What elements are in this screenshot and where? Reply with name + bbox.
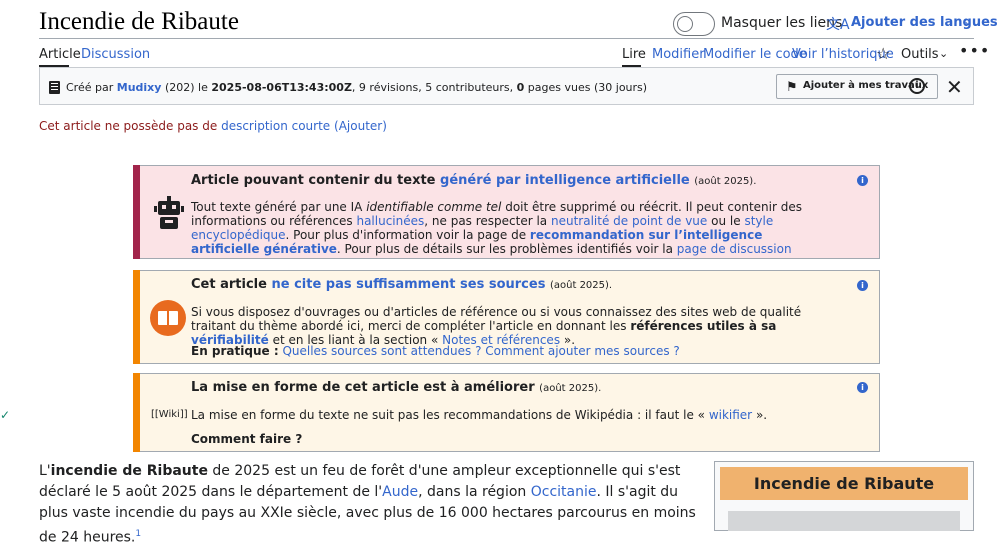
article-intro: L'incendie de Ribaute de 2025 est un feu… xyxy=(39,461,699,549)
page-info-icon xyxy=(49,81,60,94)
hide-links-toggle[interactable] xyxy=(673,12,715,36)
flag-icon: ⚑ xyxy=(786,80,798,95)
sources-banner-date: (août 2025). xyxy=(549,280,613,291)
sources-practice-line: En pratique : Quelles sources sont atten… xyxy=(191,344,680,358)
infobox-image[interactable] xyxy=(728,511,960,531)
format-banner-date: (août 2025). xyxy=(539,383,602,394)
close-icon[interactable]: ✕ xyxy=(946,75,963,99)
tab-article[interactable]: Article xyxy=(39,47,81,62)
format-body-prefix: La mise en forme du texte ne suit pas le… xyxy=(191,408,705,422)
add-sources-link[interactable]: Comment ajouter mes sources ? xyxy=(485,344,680,358)
page-views: 0 xyxy=(516,81,525,94)
short-description-prefix: Cet article ne possède pas de xyxy=(39,119,218,133)
expected-sources-link[interactable]: Quelles sources sont attendues ? xyxy=(282,344,481,358)
tools-chevron-icon[interactable]: ⌄ xyxy=(939,47,948,60)
translate-icon[interactable]: 文A xyxy=(826,14,850,34)
banner-stripe xyxy=(133,165,140,259)
hide-links-label[interactable]: Masquer les liens xyxy=(721,15,842,31)
info-icon[interactable]: i xyxy=(909,78,925,94)
page-info-text: Créé par Mudixy (202) le 2025-08-06T13:4… xyxy=(66,81,647,94)
created-on-label: le xyxy=(198,81,208,94)
creator-user-link[interactable]: Mudixy xyxy=(117,81,162,94)
page-stats-b: pages vues (30 jours) xyxy=(527,81,648,94)
ai-banner-title-link[interactable]: généré par intelligence artificielle xyxy=(440,173,690,188)
sources-banner-title: Cet article ne cite pas suffisamment ses… xyxy=(191,277,612,292)
toggle-knob xyxy=(677,16,693,32)
ai-banner-body: Tout texte généré par une IA identifiabl… xyxy=(191,200,831,256)
ai-banner-title: Article pouvant contenir du texte généré… xyxy=(191,173,756,188)
hallucinations-link[interactable]: hallucinées xyxy=(356,214,424,228)
more-menu-icon[interactable]: ••• xyxy=(959,41,990,60)
ai-banner-title-prefix: Article pouvant contenir du texte xyxy=(191,173,436,188)
format-banner: [[Wiki]] La mise en forme de cet article… xyxy=(133,373,880,452)
talk-page-link[interactable]: page de discussion xyxy=(677,242,792,256)
format-body-suffix: ». xyxy=(755,408,768,422)
banner-stripe xyxy=(133,373,140,452)
tab-discussion[interactable]: Discussion xyxy=(81,47,150,62)
banner-stripe xyxy=(133,270,140,364)
intro-text-1: L' xyxy=(39,463,51,479)
ai-body-text-3: , ne pas respecter la xyxy=(424,214,548,228)
wikify-link[interactable]: wikifier xyxy=(709,408,752,422)
ai-body-text-5: . Pour plus d'information voir la page d… xyxy=(285,228,527,242)
page-stats-a: , 9 révisions, 5 contributeurs, xyxy=(351,81,514,94)
format-banner-title-text: La mise en forme de cet article est à am… xyxy=(191,380,535,395)
ai-body-emphasis: identifiable comme tel xyxy=(366,200,502,214)
reference-1[interactable]: 1 xyxy=(135,529,141,539)
format-howto[interactable]: Comment faire ? xyxy=(191,432,302,446)
watch-star-icon[interactable]: ☆ xyxy=(876,44,890,63)
creator-edits: (202) xyxy=(164,81,195,94)
intro-subject: incendie de Ribaute xyxy=(50,463,208,479)
info-icon[interactable]: i xyxy=(857,382,868,393)
check-icon: ✓ xyxy=(0,408,11,422)
sources-banner-body: Si vous disposez d'ouvrages ou d'article… xyxy=(191,305,841,347)
format-banner-title: La mise en forme de cet article est à am… xyxy=(191,380,601,395)
info-icon[interactable]: i xyxy=(857,175,868,186)
info-icon[interactable]: i xyxy=(857,280,868,291)
infobox-title: Incendie de Ribaute xyxy=(720,467,968,500)
short-description-notice: Cet article ne possède pas de descriptio… xyxy=(39,119,387,133)
sources-banner-title-prefix: Cet article xyxy=(191,277,267,292)
add-short-description-link[interactable]: (Ajouter) xyxy=(334,119,387,133)
ai-banner-date: (août 2025). xyxy=(694,176,757,187)
ai-content-banner: Article pouvant contenir du texte généré… xyxy=(133,165,880,259)
page-title: Incendie de Ribaute xyxy=(39,8,239,35)
wiki-tag-icon: [[Wiki]] xyxy=(151,409,188,420)
sources-body-bold: références utiles à sa xyxy=(630,319,777,333)
created-by-label: Créé par xyxy=(66,81,114,94)
tools-menu[interactable]: Outils xyxy=(901,47,939,62)
chevron-down-icon[interactable]: ⌄ xyxy=(963,14,973,28)
sources-banner-title-link[interactable]: ne cite pas suffisamment ses sources xyxy=(271,277,545,292)
ai-body-text-1: Tout texte généré par une IA xyxy=(191,200,363,214)
ai-body-text-4: ou le xyxy=(711,214,741,228)
robot-icon xyxy=(154,196,184,229)
title-divider xyxy=(39,38,974,39)
occitanie-link[interactable]: Occitanie xyxy=(531,484,597,500)
short-description-link[interactable]: description courte xyxy=(221,119,330,133)
neutrality-link[interactable]: neutralité de point de vue xyxy=(551,214,707,228)
creation-date: 2025-08-06T13:43:00Z xyxy=(211,81,352,94)
book-question-icon: ? xyxy=(150,300,186,336)
tab-edit[interactable]: Modifier xyxy=(652,47,705,62)
aude-link[interactable]: Aude xyxy=(382,484,418,500)
format-banner-body: La mise en forme du texte ne suit pas le… xyxy=(191,408,767,422)
tab-read[interactable]: Lire xyxy=(622,47,646,62)
ai-body-text-6: . Pour plus de détails sur les problèmes… xyxy=(336,242,673,256)
sources-banner: ? Cet article ne cite pas suffisamment s… xyxy=(133,270,880,364)
intro-text-3: , dans la région xyxy=(418,484,527,500)
add-languages-button[interactable]: Ajouter des langues xyxy=(851,15,998,30)
practice-label: En pratique : xyxy=(191,344,279,358)
